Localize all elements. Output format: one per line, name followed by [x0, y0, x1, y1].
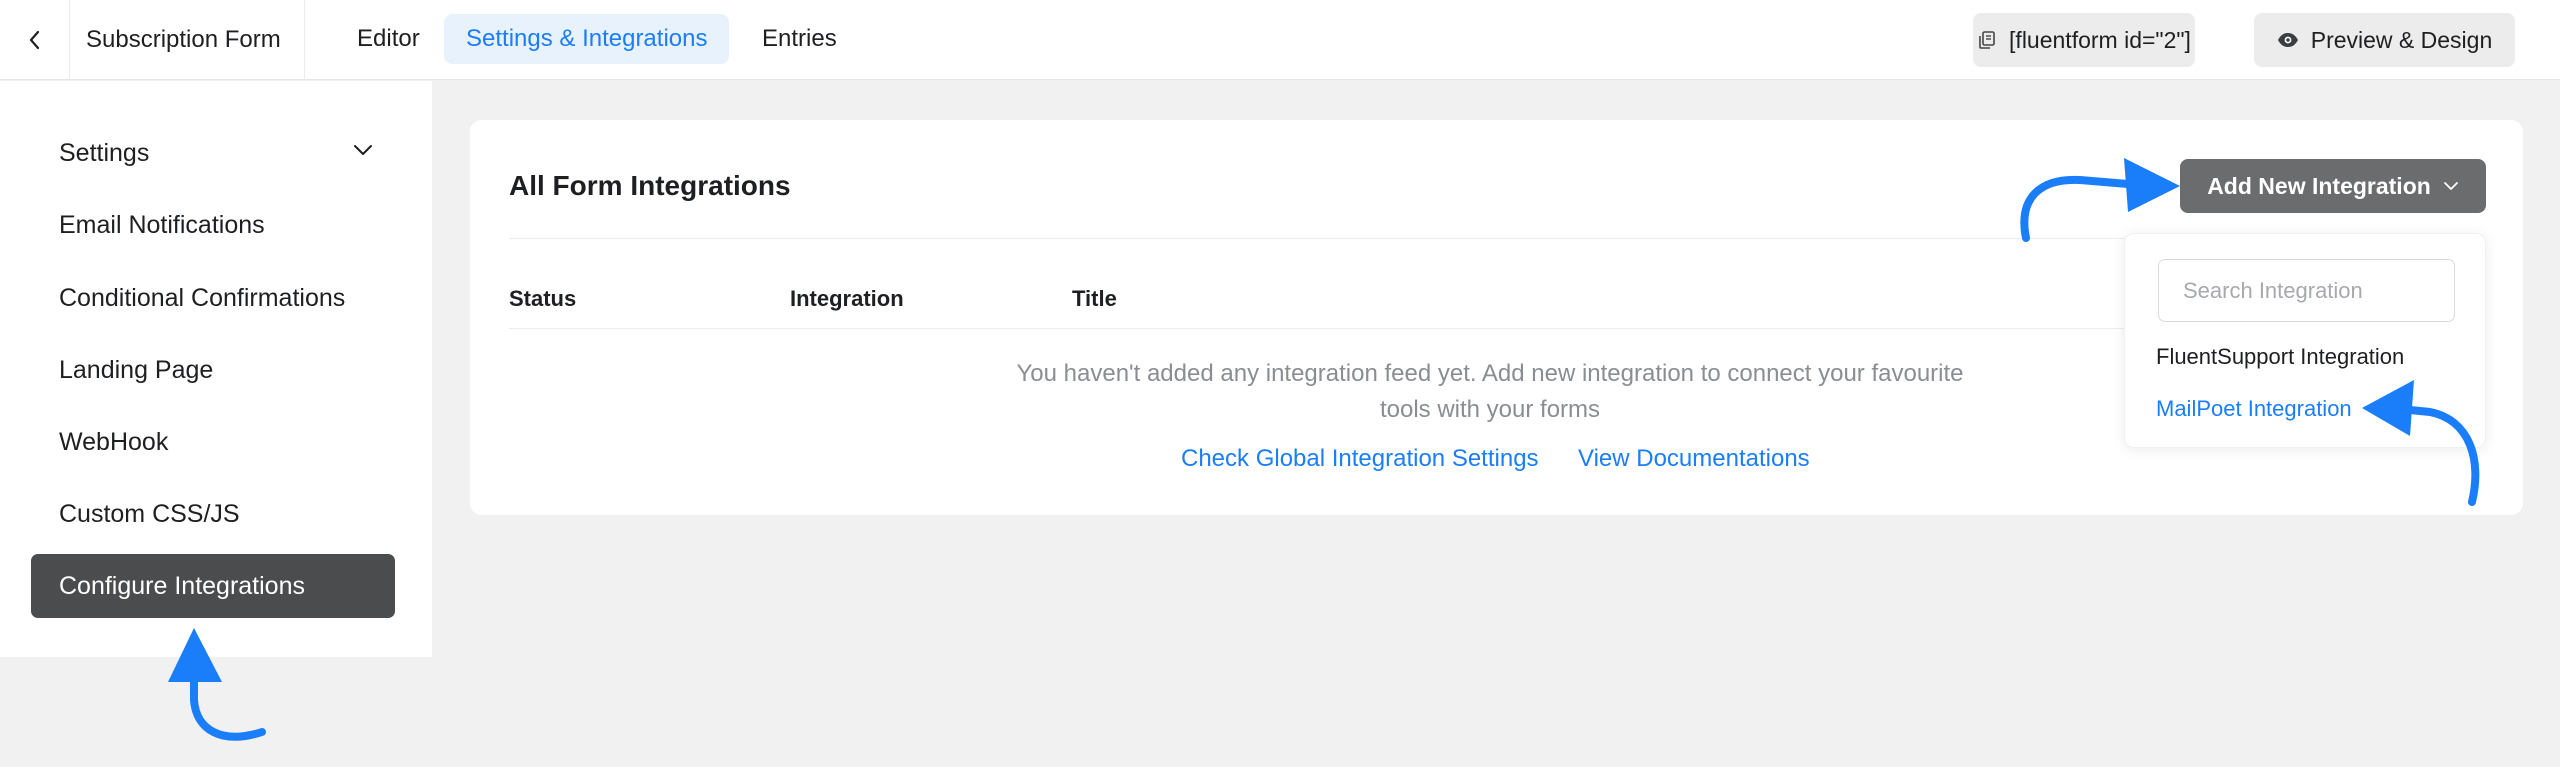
annotation-arrows: [168, 158, 2480, 741]
annotation-arrow-icon: [168, 628, 266, 741]
annotation-arrow-icon: [2362, 380, 2480, 506]
annotation-arrow-icon: [2020, 158, 2180, 242]
